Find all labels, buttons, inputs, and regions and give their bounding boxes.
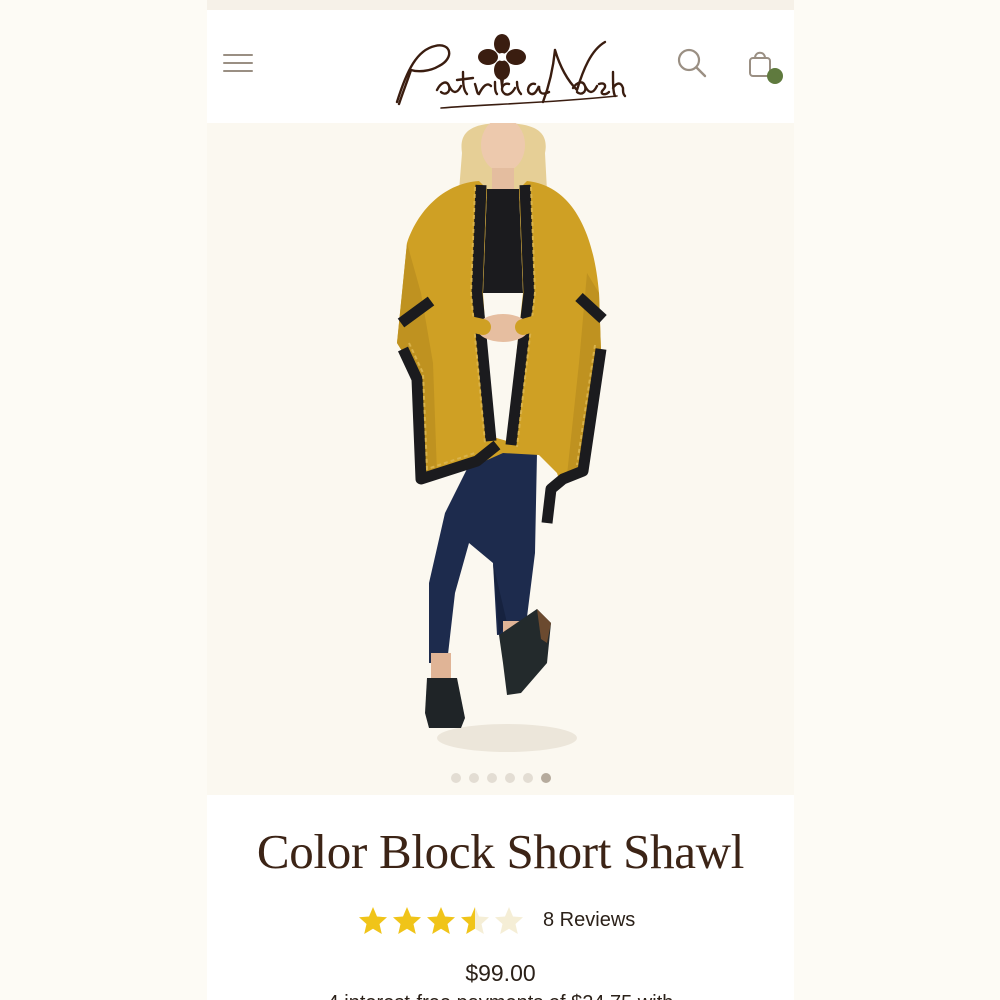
product-price: $99.00 xyxy=(465,960,536,986)
product-title: Color Block Short Shawl xyxy=(256,824,745,879)
reviews-link[interactable]: 8 Reviews xyxy=(543,909,635,932)
hamburger-menu-icon[interactable] xyxy=(223,52,253,74)
right-background-margin xyxy=(794,0,1000,1000)
carousel-dot-2[interactable] xyxy=(468,773,479,783)
cart-status-dot xyxy=(767,68,783,84)
site-header xyxy=(207,10,794,123)
carousel-dot-3[interactable] xyxy=(486,773,497,783)
top-strip xyxy=(207,0,794,10)
star-icon xyxy=(495,907,523,934)
brand-logo[interactable] xyxy=(377,20,627,115)
mobile-product-page: Color Block Short Shawl 8 Reviews $99.00… xyxy=(207,0,794,1000)
shopping-bag-icon[interactable] xyxy=(747,46,787,86)
star-icon xyxy=(359,907,387,934)
carousel-dot-5[interactable] xyxy=(522,773,533,783)
star-icon xyxy=(393,907,421,934)
product-rating: 8 Reviews xyxy=(357,903,635,937)
search-icon[interactable] xyxy=(675,46,709,80)
star-icon xyxy=(461,907,489,934)
image-carousel-dots xyxy=(207,770,794,790)
product-details: Color Block Short Shawl 8 Reviews $99.00… xyxy=(207,795,794,1000)
product-image[interactable] xyxy=(207,118,794,795)
patricia-nash-logo-graphic xyxy=(395,34,627,109)
model-wearing-shawl-image xyxy=(397,118,607,752)
left-background-margin xyxy=(0,0,207,1000)
carousel-dot-6[interactable] xyxy=(540,773,551,783)
installment-payment-info: 4 interest-free payments of $24.75 with xyxy=(207,992,794,1000)
carousel-dot-1[interactable] xyxy=(450,773,461,783)
rating-stars[interactable] xyxy=(357,905,527,935)
carousel-dot-4[interactable] xyxy=(504,773,515,783)
star-icon xyxy=(427,907,455,934)
